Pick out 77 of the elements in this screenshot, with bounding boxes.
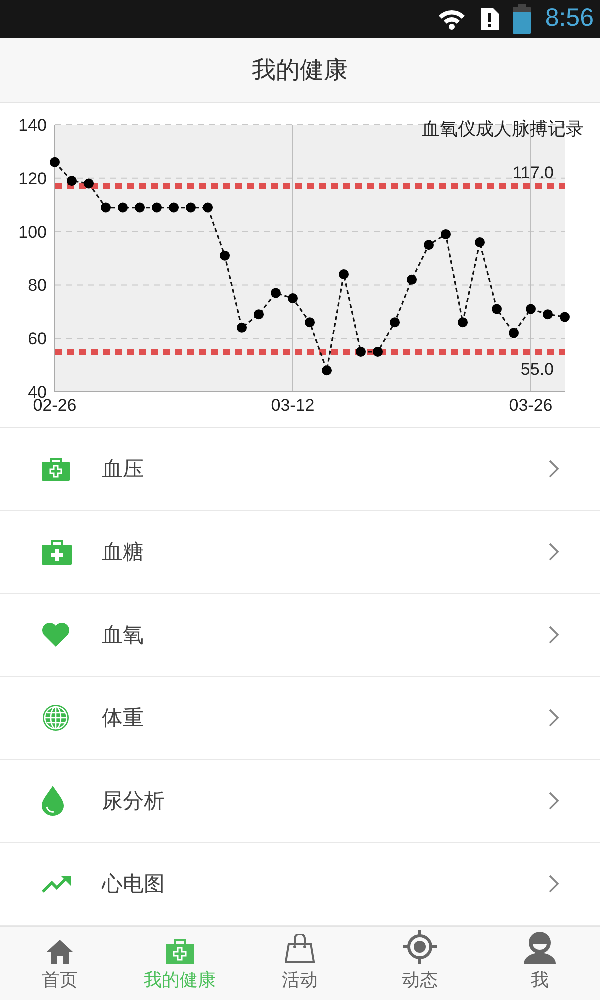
- chevron-icon: [548, 874, 560, 894]
- data-point: [356, 346, 366, 357]
- reference-value: 55.0: [520, 360, 554, 379]
- data-point: [84, 178, 94, 188]
- data-point: [254, 309, 264, 320]
- data-point: [305, 317, 315, 328]
- reference-value: 117.0: [512, 163, 554, 182]
- menu-label: 心电图: [102, 870, 166, 898]
- trend-arrow-icon: [42, 874, 72, 894]
- data-point: [135, 202, 145, 212]
- data-point: [492, 304, 502, 314]
- nav-tab[interactable]: 首页: [0, 926, 120, 1000]
- data-point: [475, 237, 485, 248]
- medical-kit-icon: [166, 938, 194, 964]
- data-point: [424, 240, 434, 250]
- data-point: [237, 322, 247, 333]
- data-point: [288, 293, 298, 304]
- menu-item[interactable]: 血压: [0, 428, 600, 511]
- page-title: 我的健康: [252, 54, 348, 86]
- home-icon: [47, 940, 73, 964]
- axis-label: 03-26: [509, 396, 553, 415]
- data-point: [458, 317, 468, 328]
- nav-tab[interactable]: 动态: [360, 926, 480, 1000]
- data-point: [322, 365, 332, 376]
- data-point: [152, 202, 162, 212]
- data-point: [220, 250, 230, 260]
- shopping-bag-icon: [285, 934, 315, 964]
- medical-kit-icon: [42, 538, 72, 565]
- axis-label: 100: [18, 222, 47, 242]
- chevron-icon: [548, 542, 560, 562]
- data-point: [67, 176, 77, 186]
- axis-label: 03-12: [271, 396, 315, 415]
- data-point: [203, 202, 213, 212]
- chevron-icon: [548, 708, 560, 728]
- data-point: [101, 202, 111, 212]
- axis-label: 140: [18, 116, 47, 135]
- medical-kit-icon: [42, 456, 70, 481]
- chevron-icon: [548, 790, 560, 811]
- data-point: [169, 202, 179, 212]
- menu-item[interactable]: 血糖: [0, 510, 600, 594]
- data-point: [407, 274, 417, 284]
- data-point: [271, 288, 281, 298]
- nav-tab[interactable]: 活动: [240, 926, 360, 1000]
- data-point: [118, 202, 128, 212]
- data-point: [50, 157, 60, 167]
- axis-label: 80: [28, 276, 47, 295]
- data-point: [186, 202, 196, 212]
- nav-tab[interactable]: 我: [480, 926, 600, 1000]
- chevron-icon: [548, 624, 560, 645]
- data-point: [373, 346, 383, 357]
- menu-label: 血压: [102, 456, 145, 483]
- axis-label: 120: [18, 169, 47, 188]
- person-icon: [524, 932, 556, 964]
- data-point: [339, 269, 349, 280]
- menu-label: 血氧: [102, 622, 145, 649]
- menu-label: 血糖: [102, 538, 145, 566]
- sim-alert-icon: [481, 8, 500, 30]
- data-point: [390, 317, 400, 328]
- drop-icon: [42, 786, 64, 816]
- menu-item[interactable]: 体重: [0, 676, 600, 760]
- axis-label: 60: [28, 329, 47, 348]
- heart-icon: [42, 622, 70, 647]
- status-time: 8:56: [545, 4, 594, 34]
- data-point: [441, 229, 451, 240]
- chevron-icon: [548, 458, 560, 479]
- battery-icon: [513, 4, 532, 34]
- menu-label: 体重: [102, 704, 145, 732]
- chart-title: 血氧仪成人脉搏记录: [422, 118, 584, 140]
- data-point: [509, 328, 519, 338]
- menu-item[interactable]: 尿分析: [0, 760, 600, 843]
- globe-icon: [42, 704, 70, 732]
- menu-item[interactable]: 血氧: [0, 594, 600, 677]
- menu-label: 尿分析: [102, 788, 166, 815]
- target-icon: [403, 930, 437, 964]
- data-point: [560, 312, 570, 322]
- data-point: [526, 304, 536, 314]
- data-point: [543, 309, 553, 320]
